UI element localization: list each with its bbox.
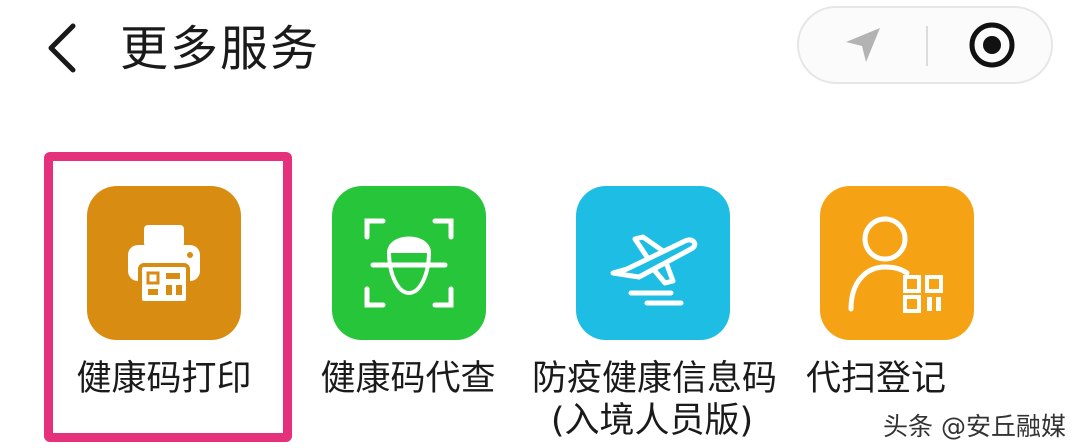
service-tile (332, 186, 486, 340)
service-health-code-query[interactable]: 健康码代查 (288, 186, 528, 448)
service-sublabel: (入境人员版) (550, 401, 754, 441)
page-title: 更多服务 (120, 21, 321, 77)
service-tile (820, 186, 974, 340)
record-button[interactable] (928, 8, 1055, 82)
airplane-icon (610, 234, 698, 306)
person-qr-icon (848, 216, 943, 313)
location-button[interactable] (799, 8, 926, 82)
navigation-arrow-icon (845, 28, 880, 62)
chevron-left-icon (48, 23, 76, 73)
record-circle-icon (969, 22, 1014, 68)
back-button[interactable] (28, 12, 98, 84)
service-label: 健康码代查 (320, 359, 496, 399)
service-label: 代扫登记 (805, 359, 946, 399)
watermark: 头条 @安丘融媒 (883, 412, 1066, 441)
service-health-code-print[interactable]: 健康码打印 (44, 186, 284, 448)
face-scan-icon (364, 218, 454, 308)
mini-program-capsule (797, 6, 1053, 84)
service-label: 健康码打印 (76, 359, 252, 399)
service-epidemic-info-code[interactable]: 防疫健康信息码 (入境人员版) (532, 186, 778, 448)
printer-icon (128, 225, 200, 305)
service-tile (87, 186, 241, 340)
service-label: 防疫健康信息码 (532, 359, 778, 399)
service-tile (576, 186, 730, 340)
service-proxy-scan-register[interactable]: 代扫登记 (776, 186, 1016, 448)
